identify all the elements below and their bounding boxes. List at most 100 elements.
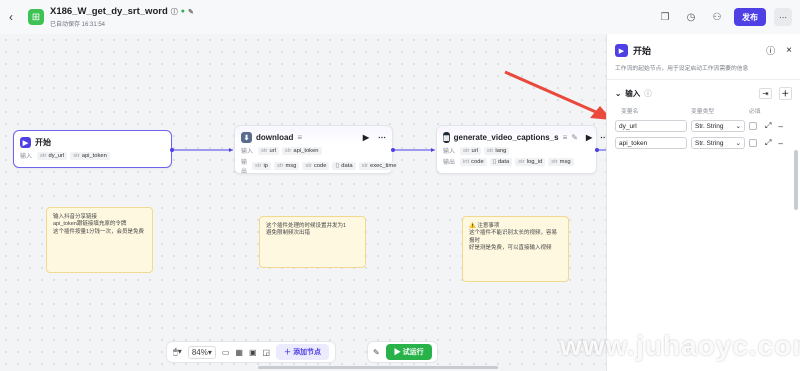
start-node-title: 开始 [35, 138, 51, 147]
add-node-button[interactable]: ＋ 添加节点 [276, 344, 330, 360]
chevron-down-icon: ⌄ [735, 123, 741, 130]
captions-node-title: generate_video_captions_s [453, 133, 559, 142]
annotation-arrow-shaft [504, 70, 606, 118]
collapse-icon[interactable]: ⌄ [615, 89, 621, 98]
param-tag: str api_token [281, 146, 322, 155]
param-tag: str code [302, 162, 330, 170]
image-icon[interactable]: ▣ [249, 348, 257, 357]
edit-icon[interactable]: ✎ [571, 133, 578, 142]
run-node-icon[interactable]: ▶ [586, 133, 592, 142]
layout-icon[interactable]: ▦ [235, 348, 243, 357]
back-icon[interactable]: ‹ [0, 10, 22, 24]
param-tag: [] data [489, 157, 513, 166]
param-type-select[interactable]: Str. String ⌄ [691, 120, 745, 132]
param-tag: str msg [548, 157, 574, 166]
info-icon[interactable]: ⓘ [171, 7, 178, 17]
panel-description: 工作流的起始节点，用于设定启动工作流需要的信息 [615, 66, 749, 72]
node-more-icon[interactable]: ⋯ [378, 133, 386, 142]
edge-arrow [229, 148, 233, 152]
close-icon[interactable]: × [786, 45, 792, 56]
input-label: 输入 [443, 149, 456, 155]
zoom-select[interactable]: 84% ▾ [187, 345, 216, 359]
plugin-icon: ▦ [443, 132, 450, 143]
param-tag: str exec_time [358, 162, 400, 170]
mouse-mode-icon[interactable]: 🖱︎▾ [173, 347, 182, 357]
note-line: 避免限制频次出错 [266, 230, 311, 237]
run-node-icon[interactable]: ▶ [363, 133, 369, 142]
output-label: 输出 [443, 160, 456, 166]
input-label: 输入 [241, 149, 254, 155]
annotation-arrow-head [590, 106, 606, 120]
param-tag: int code [460, 157, 487, 166]
col-required-header: 必填 [749, 109, 761, 115]
connection-lines [172, 70, 606, 152]
captions-node[interactable]: ▦ generate_video_captions_s ≡ ✎ ▶ ⋯ 输入 str u… [436, 125, 608, 174]
copy-icon[interactable]: ❐ [656, 8, 674, 26]
top-bar: ‹ ⊞ X186_W_get_dy_srt_word ⓘ ● ✎ 已自动保存 1… [0, 0, 800, 34]
output-port[interactable] [595, 148, 599, 152]
comment-note[interactable]: 输入抖音分享链接 api_token跟链接填充原的令牌 这个插件按量1分钱一次，… [46, 207, 153, 273]
vertical-scrollbar[interactable] [794, 150, 798, 210]
comment-icon[interactable]: ▭ [222, 348, 230, 357]
debug-icon[interactable]: ✎ [373, 348, 380, 357]
required-checkbox[interactable] [749, 139, 757, 147]
output-port[interactable] [391, 148, 395, 152]
node-settings-panel: ▶ 开始 ⓘ × 工作流的起始节点，用于设定启动工作流需要的信息 ⌄ 输入 ⓘ ⇥ ＋… [606, 34, 800, 371]
comment-note[interactable]: 这个插件处理的时候设置并发为1 避免限制频次出错 [259, 216, 366, 268]
start-icon: ▶ [615, 44, 628, 57]
col-name-header: 变量名 [621, 109, 639, 115]
panel-title: 开始 [633, 46, 652, 56]
autosave-status: 已自动保存 16:31:54 [50, 22, 106, 28]
download-node[interactable]: ⬇ download ≡ ▶ ⋯ 输入 str url str api_token 输出… [234, 125, 400, 175]
param-type-value: Str. String [695, 122, 724, 130]
test-run-label: 试运行 [402, 349, 424, 356]
param-row: api_token Str. String ⌄ ⤢ – [607, 132, 800, 149]
remove-icon[interactable]: – [778, 122, 782, 131]
param-tag: str api_token [70, 151, 110, 160]
workflow-canvas[interactable]: ▶ 开始 输入 str dy_url str api_token ⬇ download … [0, 34, 608, 371]
input-label: 输入 [20, 154, 33, 160]
history-icon[interactable]: ◷ [682, 8, 700, 26]
expand-icon[interactable]: ⤢ [765, 138, 771, 148]
param-type-select[interactable]: Str. String ⌄ [691, 137, 745, 149]
param-tag: str ip [252, 162, 271, 170]
test-run-button[interactable]: ▶ 试运行 [385, 344, 432, 360]
download-node-title: download [256, 133, 294, 142]
param-name-input[interactable]: api_token [615, 137, 687, 149]
import-icon[interactable]: ⇥ [759, 88, 772, 99]
param-tag: str msg [273, 162, 300, 170]
note-line: 好是测是免费，可以直接输入视频 [469, 245, 552, 252]
collaborators-icon[interactable]: ⚇ [708, 8, 726, 26]
publish-button[interactable]: 发布 [734, 8, 766, 26]
start-icon: ▶ [20, 137, 31, 148]
list-icon: ≡ [562, 133, 568, 142]
workflow-title: X186_W_get_dy_srt_word [50, 6, 168, 17]
list-icon: ≡ [297, 133, 302, 142]
add-param-icon[interactable]: ＋ [778, 87, 792, 100]
output-label: 输出 [241, 160, 248, 175]
zoom-value: 84% [191, 347, 208, 357]
param-tag: str dy_url [37, 151, 68, 160]
edit-icon[interactable]: ✎ [188, 8, 194, 16]
required-checkbox[interactable] [749, 122, 757, 130]
section-title: 输入 [625, 89, 641, 98]
comment-note[interactable]: ⚠️ 注意事项 这个插件不能识别太长的视频，容易报时 好是测是免费，可以直接输入… [462, 216, 569, 282]
remove-icon[interactable]: – [778, 139, 782, 148]
horizontal-scrollbar[interactable] [258, 366, 498, 369]
minimap-icon[interactable]: ◲ [263, 348, 271, 357]
col-type-header: 变量类型 [691, 109, 715, 115]
output-port[interactable] [170, 148, 174, 152]
param-tag: str lang [483, 146, 510, 155]
plugin-icon: ⬇ [241, 132, 252, 143]
note-line: 这个插件不能识别太长的视频，容易报时 [469, 230, 558, 244]
param-name-input[interactable]: dy_url [615, 120, 687, 132]
expand-icon[interactable]: ⤢ [765, 121, 771, 131]
status-check-icon: ● [180, 8, 185, 15]
more-icon[interactable]: ⋯ [774, 8, 792, 26]
param-tag: str log_id [515, 157, 546, 166]
help-icon[interactable]: ⓘ [766, 44, 775, 57]
note-line: api_token跟链接填充原的令牌 [53, 221, 127, 228]
start-node[interactable]: ▶ 开始 输入 str dy_url str api_token [13, 130, 172, 168]
param-tag: str url [460, 146, 481, 155]
param-type-value: Str. String [695, 139, 724, 147]
